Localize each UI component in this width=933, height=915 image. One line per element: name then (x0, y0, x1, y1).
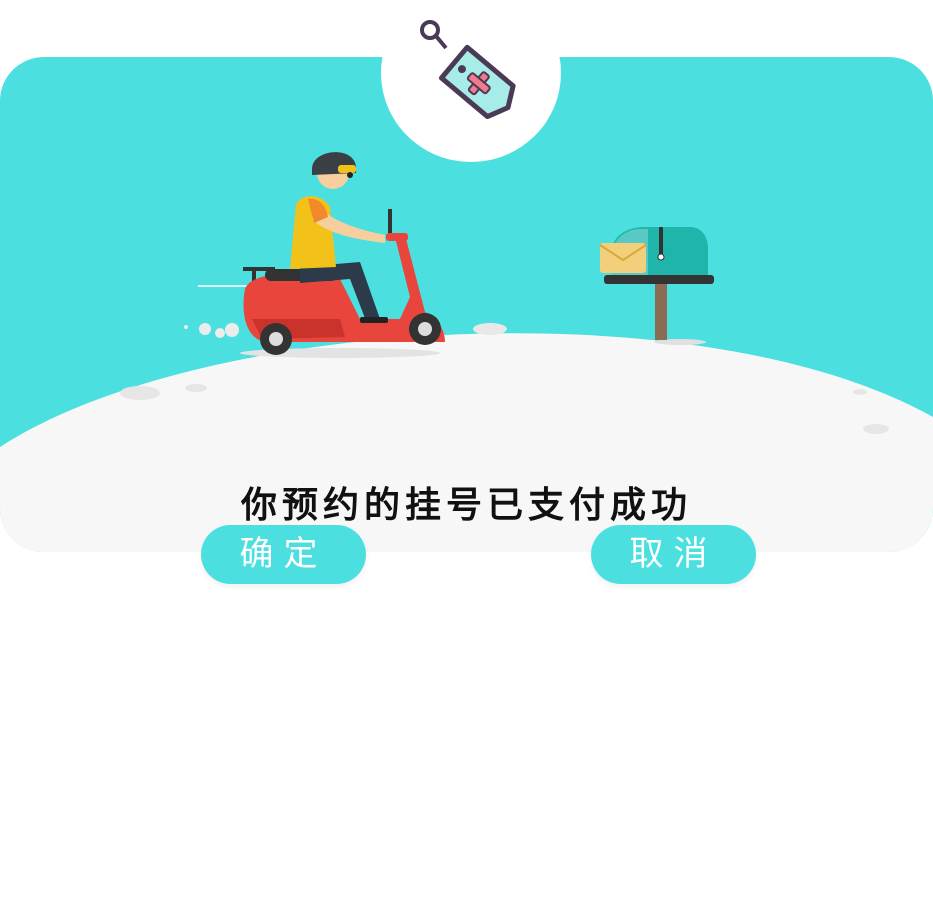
success-message: 你预约的挂号已支付成功 (240, 485, 692, 526)
scooter-rider-illustration (184, 152, 445, 358)
mailbox-illustration (599, 227, 714, 345)
dialog-overlay: 你预约的挂号已支付成功 确定 取消 (0, 0, 933, 915)
confirm-button[interactable]: 确定 (201, 525, 366, 584)
medical-tag-icon (420, 20, 516, 120)
cancel-button[interactable]: 取消 (591, 525, 756, 584)
